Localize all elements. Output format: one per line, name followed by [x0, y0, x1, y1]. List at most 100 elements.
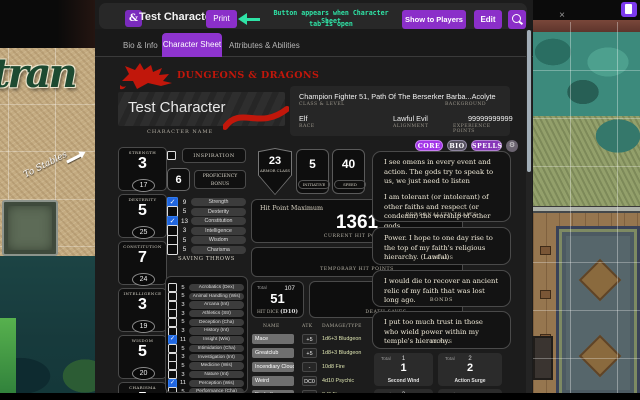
skill-checkbox[interactable]: [168, 335, 177, 344]
alignment-value[interactable]: Lawful Evil: [393, 114, 428, 123]
map-grass: [533, 116, 640, 206]
saving-throws-label: SAVING THROWS: [167, 256, 246, 262]
character-name: Test Character: [128, 99, 226, 116]
scrollbar-thumb[interactable]: [527, 30, 531, 172]
ability-charisma[interactable]: CHARISMA 5 20: [118, 382, 167, 393]
skill-row[interactable]: 3 Nature (Int): [168, 371, 244, 378]
ability-wisdom[interactable]: WISDOM 5 20: [118, 335, 167, 379]
attack-name[interactable]: Incendiary Cloud: [252, 362, 294, 372]
saving-throw-row[interactable]: 9 Strength: [167, 198, 246, 206]
close-icon[interactable]: ×: [555, 9, 569, 23]
class-and-background[interactable]: Champion Fighter 51, Path Of The Berserk…: [299, 92, 504, 101]
ability-dexterity[interactable]: DEXTERITY 5 25: [118, 194, 167, 238]
skill-row[interactable]: 11 Perception (Wis): [168, 380, 244, 387]
experience-label: EXPERIENCE POINTS: [453, 124, 510, 134]
skill-row[interactable]: 3 Investigation (Int): [168, 354, 244, 361]
skill-checkbox[interactable]: [168, 301, 177, 310]
feature-name: Second Wind: [374, 378, 433, 384]
race-value[interactable]: Elf: [299, 114, 308, 123]
feature-action-surge[interactable]: Total 2 2 Action Surge: [438, 353, 502, 386]
skill-row[interactable]: 3 Arcana (Int): [168, 301, 244, 308]
ability-score: 17: [132, 179, 155, 192]
sheet-settings-gear-icon[interactable]: ⚙: [506, 140, 518, 152]
skill-row[interactable]: 5 Acrobatics (Dex): [168, 284, 244, 291]
skill-checkbox[interactable]: [168, 327, 177, 336]
bonds-box[interactable]: I would die to recover an ancient relic …: [372, 270, 511, 307]
skill-checkbox[interactable]: [168, 309, 177, 318]
skill-checkbox[interactable]: [168, 379, 177, 388]
speed-box[interactable]: 40 SPEED: [332, 149, 365, 194]
personality-traits-box[interactable]: I see omens in every event and action. T…: [372, 151, 511, 222]
saving-throw-row[interactable]: 5 Wisdom: [167, 236, 246, 244]
inspiration-checkbox[interactable]: [167, 151, 176, 160]
edit-button[interactable]: Edit: [474, 10, 502, 29]
class-level-label: CLASS & LEVEL: [299, 102, 345, 107]
screen: tran To Stables × &: [0, 0, 640, 400]
skill-name: Intimidation (Cha): [189, 345, 244, 352]
saving-throw-row[interactable]: 13 Constitution: [167, 217, 246, 225]
sheet-tab-core[interactable]: CORE: [415, 140, 443, 151]
saving-throw-name: Dexterity: [191, 208, 246, 216]
skills-panel: 5 Acrobatics (Dex) 5 Animal Handling (Wi…: [165, 276, 248, 393]
sheet-tab-bio[interactable]: BIO: [447, 140, 467, 151]
skill-row[interactable]: 3 Athletics (Str): [168, 310, 244, 317]
ability-modifier: 5: [119, 202, 166, 220]
search-button[interactable]: [508, 10, 526, 29]
attack-name[interactable]: Mace: [252, 334, 294, 344]
skill-row[interactable]: 3 History (Int): [168, 327, 244, 334]
ideals-box[interactable]: Power. I hope to one day rise to the top…: [372, 227, 511, 265]
feature-second-wind[interactable]: Total 1 1 Second Wind: [374, 353, 433, 386]
print-button[interactable]: Print: [206, 10, 237, 28]
skill-row[interactable]: 5 Medicine (Wis): [168, 362, 244, 369]
skill-checkbox[interactable]: [168, 370, 177, 379]
character-info-panel: Champion Fighter 51, Path Of The Berserk…: [290, 86, 510, 136]
armor-class-shield[interactable]: 23 ARMOR CLASS: [258, 148, 292, 195]
tab-bio-info[interactable]: Bio & Info: [123, 41, 158, 50]
map-table: [579, 259, 621, 301]
skill-checkbox[interactable]: [168, 361, 177, 370]
skill-checkbox[interactable]: [168, 292, 177, 301]
game-map-right: [533, 0, 640, 400]
tab-attributes-abilities[interactable]: Attributes & Abilities: [229, 41, 300, 50]
browser-extension-icon[interactable]: [621, 2, 637, 17]
map-grid-line: [570, 22, 571, 400]
ability-intelligence[interactable]: INTELLIGENCE 3 19: [118, 288, 167, 332]
feature-uses[interactable]: 1: [374, 362, 433, 374]
skill-checkbox[interactable]: [168, 353, 177, 362]
map-grid-line: [533, 310, 640, 311]
skill-name: Perception (Wis): [189, 380, 244, 387]
race-label: RACE: [299, 124, 315, 129]
saving-throw-checkbox[interactable]: [167, 244, 178, 255]
personality-traits-label: PERSONALITY TRAITS: [373, 212, 510, 218]
skill-checkbox[interactable]: [168, 318, 177, 327]
hit-dice-box[interactable]: Total 107 51 HIT DICE (D10): [251, 281, 304, 318]
saving-throw-row[interactable]: 5 Dexterity: [167, 208, 246, 216]
ability-constitution[interactable]: CONSTITUTION 7 24: [118, 241, 167, 285]
saving-throw-name: Constitution: [191, 217, 246, 225]
feature-uses[interactable]: 2: [438, 362, 502, 374]
show-to-players-button[interactable]: Show to Players: [402, 10, 466, 29]
initiative-box[interactable]: 5 INITIATIVE: [296, 149, 329, 194]
skill-name: Deception (Cha): [189, 319, 244, 326]
saving-throw-row[interactable]: 3 Intelligence: [167, 227, 246, 235]
attack-name[interactable]: Weird: [252, 376, 294, 386]
ability-strength[interactable]: STRENGTH 3 17: [118, 147, 167, 191]
tab-character-sheet[interactable]: Character Sheet: [162, 33, 222, 57]
skill-row[interactable]: 5 Deception (Cha): [168, 319, 244, 326]
skill-row[interactable]: 11 Insight (Wis): [168, 336, 244, 343]
saving-throw-row[interactable]: 5 Charisma: [167, 246, 246, 254]
flaws-box[interactable]: I put too much trust in those who wield …: [372, 311, 511, 349]
skill-value: 5: [177, 363, 189, 369]
skill-checkbox[interactable]: [168, 344, 177, 353]
skill-row[interactable]: 5 Animal Handling (Wis): [168, 293, 244, 300]
skill-value: 3: [177, 302, 189, 308]
annotation-line2: tab is open: [262, 20, 400, 28]
skill-row[interactable]: 5 Intimidation (Cha): [168, 345, 244, 352]
experience-value[interactable]: 99999999999: [468, 114, 513, 123]
skill-checkbox[interactable]: [168, 283, 177, 292]
ideals-label: IDEALS: [373, 255, 510, 261]
game-map-left: tran To Stables: [0, 0, 95, 400]
attack-name[interactable]: Greatclub: [252, 348, 294, 358]
skill-name: Arcana (Int): [189, 301, 244, 308]
sheet-tab-spells[interactable]: SPELLS: [471, 140, 502, 151]
